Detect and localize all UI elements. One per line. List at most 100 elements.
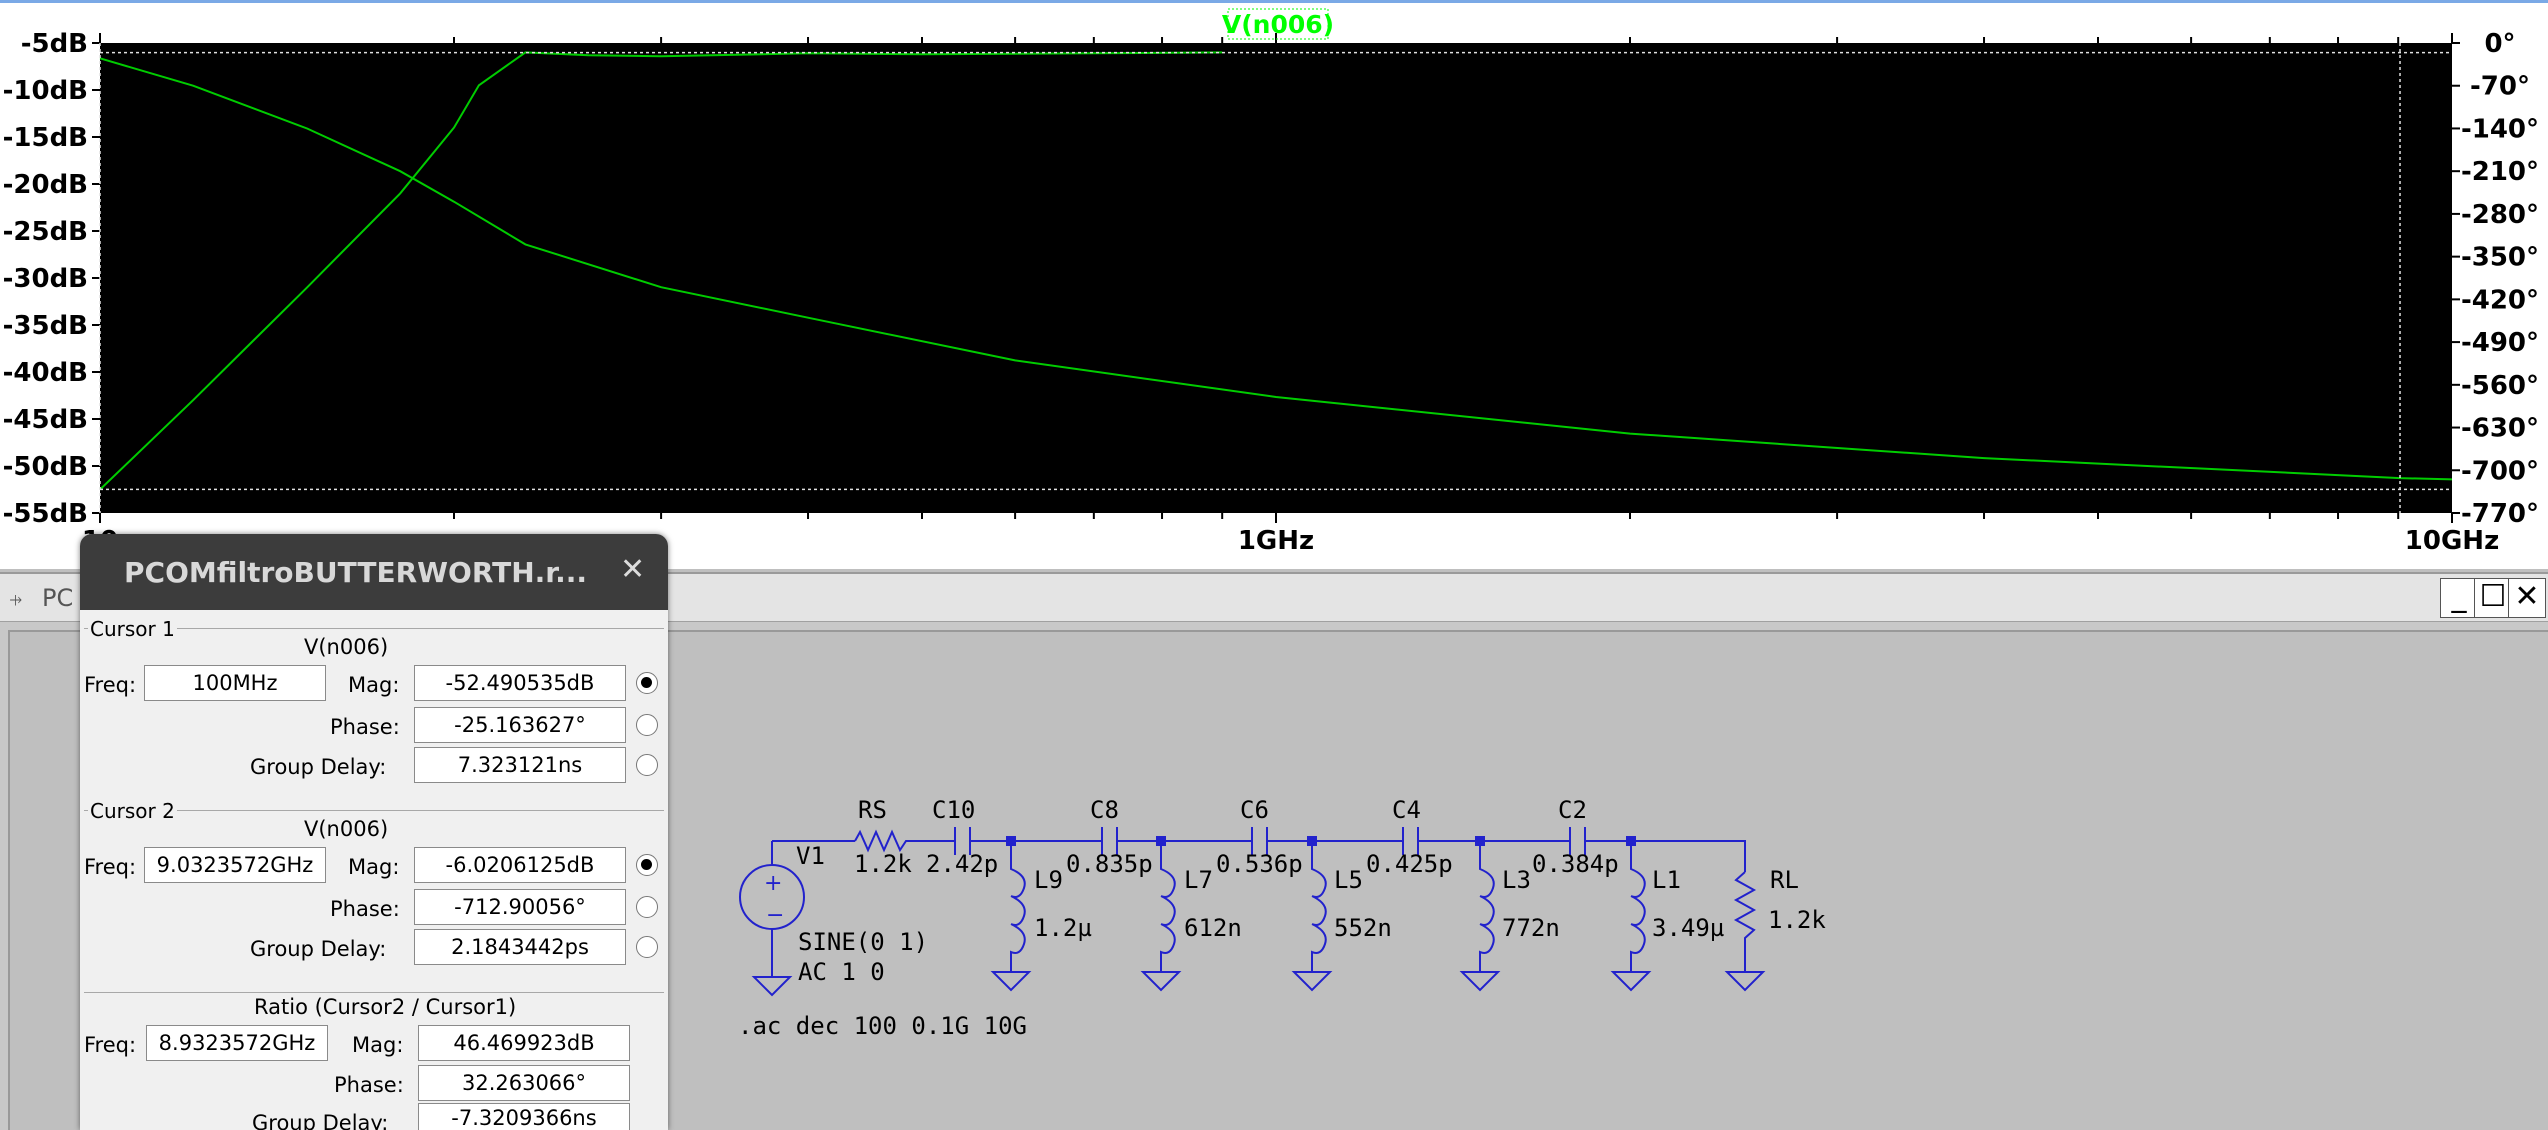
- cursor1-phase-field[interactable]: -25.163627°: [414, 707, 626, 743]
- resistor-rs-symbol[interactable]: [854, 829, 910, 853]
- left-tick-label: -20dB: [3, 170, 88, 200]
- ratio-group: Ratio (Cursor2 / Cursor1) Freq: 8.932357…: [84, 992, 664, 1130]
- rs-value[interactable]: 1.2k: [854, 850, 912, 878]
- cursor2-gd-field[interactable]: 2.1843442ps: [414, 929, 626, 965]
- cursor1-mag-radio[interactable]: [636, 672, 658, 694]
- c2-name[interactable]: C2: [1558, 796, 1587, 824]
- ratio-mag-field[interactable]: 46.469923dB: [418, 1025, 630, 1061]
- left-tick-label: -35dB: [3, 311, 88, 341]
- right-tick-label: -700°: [2461, 456, 2539, 486]
- plot-area[interactable]: [100, 43, 2452, 513]
- cursor2-group-title: Cursor 2: [88, 799, 177, 823]
- close-icon[interactable]: ✕: [620, 552, 645, 587]
- ratio-group-title: Ratio (Cursor2 / Cursor1): [254, 995, 517, 1019]
- dialog-body: Cursor 1 V(n006) Freq: 100MHz Mag: -52.4…: [80, 610, 668, 1130]
- cursor2-freq-field[interactable]: 9.0323572GHz: [144, 847, 326, 883]
- left-tick-label: -25dB: [3, 217, 88, 247]
- l7-value[interactable]: 612n: [1184, 914, 1242, 942]
- l3-value[interactable]: 772n: [1502, 914, 1560, 942]
- left-tick-label: -15dB: [3, 123, 88, 153]
- rl-value[interactable]: 1.2k: [1768, 906, 1826, 934]
- cursor1-gd-radio[interactable]: [636, 754, 658, 776]
- right-tick-label: -420°: [2461, 285, 2539, 315]
- l9-value[interactable]: 1.2µ: [1034, 914, 1092, 942]
- l5-value[interactable]: 552n: [1334, 914, 1392, 942]
- ratio-freq-field[interactable]: 8.9323572GHz: [146, 1025, 328, 1061]
- right-tick-label: -560°: [2461, 371, 2539, 401]
- cursor2-phase-radio[interactable]: [636, 896, 658, 918]
- l7-name[interactable]: L7: [1184, 866, 1213, 894]
- schematic-icon: ⍆: [8, 584, 24, 614]
- minimize-button[interactable]: _: [2440, 578, 2478, 618]
- c10-name[interactable]: C10: [932, 796, 975, 824]
- v1-ac[interactable]: AC 1 0: [798, 958, 885, 986]
- cursor2-mag-radio[interactable]: [636, 854, 658, 876]
- c8-value[interactable]: 0.835p: [1066, 850, 1153, 878]
- c4-name[interactable]: C4: [1392, 796, 1421, 824]
- left-tick-label: -45dB: [3, 405, 88, 435]
- cursor1-mag-field[interactable]: -52.490535dB: [414, 665, 626, 701]
- right-tick-label: -280°: [2461, 200, 2539, 230]
- right-tick-label: -770°: [2461, 499, 2539, 529]
- right-tick-label: -490°: [2461, 328, 2539, 358]
- cursor2-phase-field[interactable]: -712.90056°: [414, 889, 626, 925]
- inductor-l9-symbol[interactable]: [990, 841, 1032, 992]
- dialog-titlebar[interactable]: PCOMfiltroBUTTERWORTH.r... ✕: [80, 534, 668, 610]
- right-tick-label: -350°: [2461, 243, 2539, 273]
- right-tick-label: -140°: [2461, 114, 2539, 144]
- dialog-title: PCOMfiltroBUTTERWORTH.r...: [124, 556, 588, 589]
- cursor1-freq-field[interactable]: 100MHz: [144, 665, 326, 701]
- waveform-plot[interactable]: -5dB -10dB -15dB -20dB -25dB -30dB -35dB -40dB -…: [0, 3, 2548, 569]
- l9-name[interactable]: L9: [1034, 866, 1063, 894]
- resistor-rl-symbol[interactable]: [1724, 871, 1766, 992]
- rs-name[interactable]: RS: [858, 796, 887, 824]
- c6-value[interactable]: 0.536p: [1216, 850, 1303, 878]
- cursor1-mag-label: Mag:: [348, 673, 400, 697]
- cursor-dialog[interactable]: PCOMfiltroBUTTERWORTH.r... ✕ Cursor 1 V(…: [80, 534, 668, 1130]
- ratio-phase-field[interactable]: 32.263066°: [418, 1065, 630, 1101]
- cursor1-gd-label: Group Delay:: [250, 755, 387, 779]
- x-tick-label: 10GHz: [2405, 526, 2499, 556]
- minus-sign: −: [766, 903, 784, 928]
- l3-name[interactable]: L3: [1502, 866, 1531, 894]
- cursor2-gd-radio[interactable]: [636, 936, 658, 958]
- cursor2-phase-label: Phase:: [330, 897, 400, 921]
- ratio-phase-label: Phase:: [334, 1073, 404, 1097]
- ratio-mag-label: Mag:: [352, 1033, 404, 1057]
- c10-value[interactable]: 2.42p: [926, 850, 998, 878]
- plus-sign: +: [764, 871, 782, 896]
- l5-name[interactable]: L5: [1334, 866, 1363, 894]
- trace-label[interactable]: V(n006): [1222, 10, 1334, 39]
- left-tick-label: -40dB: [3, 358, 88, 388]
- c6-name[interactable]: C6: [1240, 796, 1269, 824]
- left-tick-label: -5dB: [21, 29, 88, 59]
- ratio-gd-field[interactable]: -7.3209366ns: [418, 1103, 630, 1130]
- cursor1-phase-radio[interactable]: [636, 714, 658, 736]
- c2-value[interactable]: 0.384p: [1532, 850, 1619, 878]
- l1-name[interactable]: L1: [1652, 866, 1681, 894]
- cursor2-freq-label: Freq:: [84, 855, 137, 879]
- spice-directive[interactable]: .ac dec 100 0.1G 10G: [738, 1012, 1027, 1040]
- x-tick-label: 1GHz: [1238, 526, 1314, 556]
- v1-name[interactable]: V1: [796, 842, 825, 870]
- left-tick-label: -50dB: [3, 452, 88, 482]
- c4-value[interactable]: 0.425p: [1366, 850, 1453, 878]
- c8-name[interactable]: C8: [1090, 796, 1119, 824]
- waveform-viewer[interactable]: -5dB -10dB -15dB -20dB -25dB -30dB -35dB -40dB -…: [0, 0, 2548, 569]
- cursor2-trace-label: V(n006): [304, 817, 389, 841]
- schematic-title: PC: [42, 584, 74, 612]
- left-axis: -5dB -10dB -15dB -20dB -25dB -30dB -35dB -40dB -…: [3, 29, 100, 529]
- maximize-button[interactable]: ☐: [2474, 578, 2512, 618]
- right-tick-label: 0°: [2484, 29, 2515, 59]
- close-schematic-button[interactable]: ✕: [2508, 578, 2546, 618]
- right-tick-label: -70°: [2470, 72, 2530, 102]
- v1-value[interactable]: SINE(0 1): [798, 928, 928, 956]
- l1-value[interactable]: 3.49µ: [1652, 914, 1724, 942]
- left-tick-label: -10dB: [3, 76, 88, 106]
- inductor-l3-symbol[interactable]: [1459, 841, 1501, 992]
- rl-name[interactable]: RL: [1770, 866, 1799, 894]
- cursor1-gd-field[interactable]: 7.323121ns: [414, 747, 626, 783]
- cursor1-trace-label: V(n006): [304, 635, 389, 659]
- cursor1-freq-label: Freq:: [84, 673, 137, 697]
- cursor2-mag-field[interactable]: -6.0206125dB: [414, 847, 626, 883]
